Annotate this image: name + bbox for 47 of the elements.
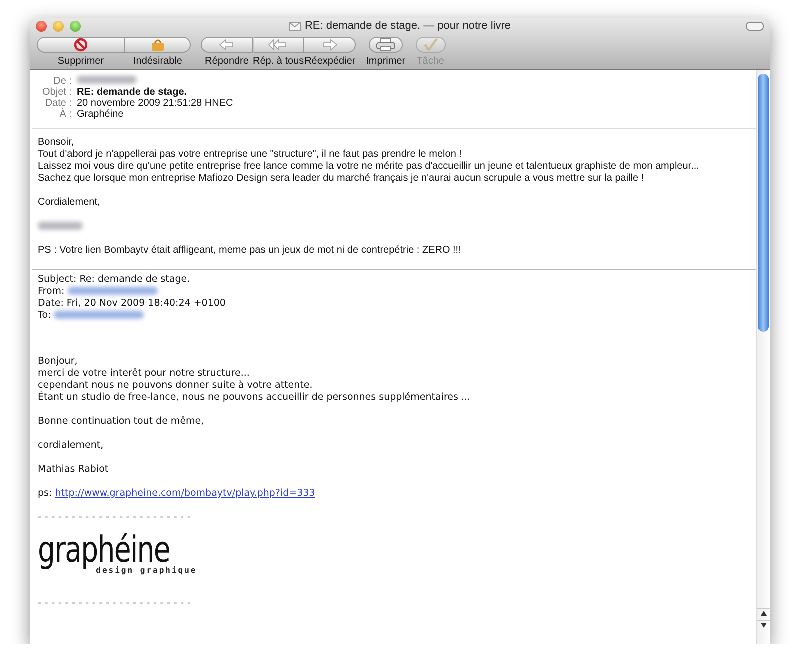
field-label: From: (38, 286, 65, 297)
header-label: De : (52, 76, 72, 87)
header-label: Objet : (42, 87, 72, 98)
message-text: Bonsoir, (38, 137, 74, 148)
field-label: To: (38, 310, 52, 321)
scrollbar[interactable] (756, 70, 770, 644)
left-arrow-icon (219, 39, 235, 51)
header-value: 20 novembre 2009 21:51:28 HNEC (77, 98, 234, 109)
message-text: Sachez que lorsque mon entreprise Mafiozo Design sera leader du marché français je n'aurai aucun scrupule a vous mettre sur la paille ! (38, 173, 644, 184)
link[interactable]: http://www.grapheine.com/bombaytv/play.php?id=333 (55, 488, 316, 499)
no-entry-icon (74, 38, 88, 52)
message-text: cependant nous ne pouvons donner suite à votre attente. (38, 380, 313, 391)
dashed-divider-text: - - - - - - - - - - - - - - - - - - - - - - - (38, 512, 192, 524)
toolbar-button[interactable]: Imprimer (366, 37, 406, 67)
check-mark-icon (422, 38, 439, 52)
message-text: Laissez moi vous dire qu'une petite entreprise free lance comme la votre ne mérite pas d'accueillir un jeune et talentueux graphiste de mon ampleur... (38, 161, 700, 172)
message-text: Tout d'abord je n'appellerai pas votre entreprise une "structure", il ne faut pas prendre le melon ! (38, 149, 462, 160)
header-value: Graphéine (77, 109, 125, 120)
message-text: Mathias Rabiot (38, 464, 109, 475)
message-text: ps: (38, 488, 52, 499)
header-label: Date : (44, 98, 72, 109)
message-text: Étant un studio de free-lance, nous ne pouvons accueillir de personnes supplémentaires ... (38, 392, 471, 403)
header-label: À : (58, 109, 72, 120)
close-button[interactable] (36, 21, 47, 32)
junk-bag-icon (150, 38, 166, 52)
blurred-text (77, 76, 137, 84)
message-text: Date: Fri, 20 Nov 2009 18:40:24 +0100 (38, 298, 226, 309)
message-text: merci de votre interêt pour notre structure... (38, 368, 250, 379)
zoom-button[interactable] (70, 21, 81, 32)
window-title: RE: demande de stage. — pour notre livre (304, 19, 512, 34)
message-text: Cordialement, (38, 197, 100, 208)
dashed-divider-text: - - - - - - - - - - - - - - - - - - - - - - - (38, 598, 192, 610)
toolbar-toggle-button[interactable] (746, 22, 764, 31)
printer-icon (376, 38, 396, 52)
envelope-icon (288, 22, 301, 31)
right-arrow-icon (322, 39, 338, 51)
blurred-text (38, 222, 83, 230)
double-left-arrow-icon (268, 39, 288, 51)
message-text: Bonjour, (38, 356, 78, 367)
subject-value: RE: demande de stage. (77, 87, 188, 98)
down-arrow-icon (760, 623, 766, 628)
message-text: cordialement, (38, 440, 104, 451)
message-text: PS : Votre lien Bombaytv était affligeant, meme pas un jeux de mot ni de contrepétrie : ZERO !!! (38, 245, 462, 256)
scroll-thumb[interactable] (758, 74, 769, 332)
message-text: Subject: Re: demande de stage. (38, 274, 190, 285)
up-arrow-icon (760, 611, 766, 616)
message-text: Bonne continuation tout de même, (38, 416, 204, 427)
